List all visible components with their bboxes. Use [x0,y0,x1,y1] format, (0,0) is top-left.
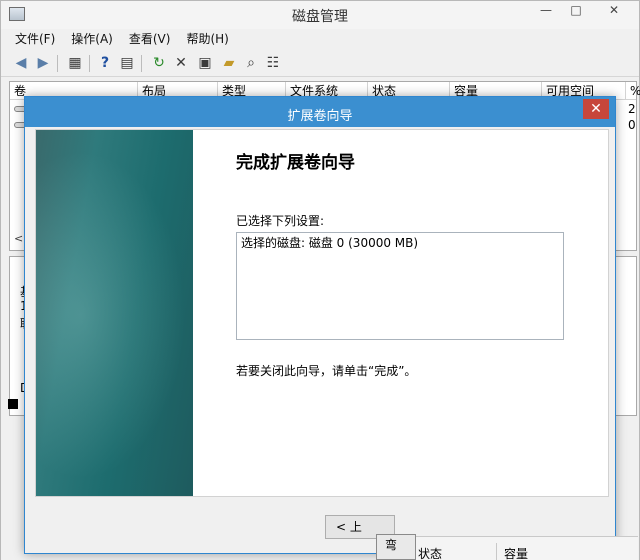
refresh-icon[interactable]: ↻ [151,55,167,71]
wizard-title: 扩展卷向导 [287,109,353,124]
maximize-button[interactable]: □ [561,1,591,21]
search-icon[interactable]: ⌕ [243,55,259,71]
menu-bar: 文件(F) 操作(A) 查看(V) 帮助(H) [1,29,639,49]
open-icon[interactable]: ▣ [197,55,213,71]
col-percent[interactable]: % [626,82,640,100]
back-arrow-icon[interactable]: ◀ [13,55,29,71]
folder-icon[interactable]: ▰ [221,55,237,71]
title-bar: 磁盘管理 — □ ✕ [1,1,639,29]
banner-glow [36,150,186,480]
menu-help[interactable]: 帮助(H) [186,29,228,49]
settings-summary-box[interactable]: 选择的磁盘: 磁盘 0 (30000 MB) [236,232,564,340]
console-tree-icon[interactable]: ▦ [67,55,83,71]
wizard-heading: 完成扩展卷向导 [236,153,355,173]
close-button[interactable]: ✕ [591,1,637,21]
finish-hint: 若要关闭此向导，请单击“完成”。 [236,364,417,378]
menu-view[interactable]: 查看(V) [129,29,171,49]
properties-icon[interactable]: ▤ [119,55,135,71]
menu-file[interactable]: 文件(F) [15,29,55,49]
wizard-banner-image [36,130,193,496]
finish-button-fragment[interactable]: 弯 [376,534,416,560]
percent-value: 0 [628,118,636,132]
unallocated-legend-swatch [8,399,18,409]
wizard-body: 完成扩展卷向导 已选择下列设置: 选择的磁盘: 磁盘 0 (30000 MB) … [35,129,609,497]
delete-icon[interactable]: ✕ [173,55,189,71]
status-column-fragment: 状态 [418,547,443,560]
help-icon[interactable]: ? [97,55,113,71]
wizard-close-button[interactable]: ✕ [583,99,609,119]
selected-settings-label: 已选择下列设置: [236,214,325,228]
minimize-button[interactable]: — [531,1,561,21]
forward-arrow-icon[interactable]: ▶ [35,55,51,71]
wizard-title-bar: 扩展卷向导 ✕ [25,97,615,127]
toolbar: ◀ ▶ ▦ ? ▤ ↻ ✕ ▣ ▰ ⌕ ☷ [1,51,639,77]
percent-value: 2 [628,102,636,116]
extend-volume-wizard: 扩展卷向导 ✕ 完成扩展卷向导 已选择下列设置: 选择的磁盘: 磁盘 0 (30… [24,96,616,554]
scroll-left-arrow[interactable]: < [14,232,23,245]
summary-line: 选择的磁盘: 磁盘 0 (30000 MB) [241,236,419,250]
capacity-column-fragment: 容量 [504,547,529,560]
menu-action[interactable]: 操作(A) [71,29,113,49]
settings-icon[interactable]: ☷ [265,55,281,71]
